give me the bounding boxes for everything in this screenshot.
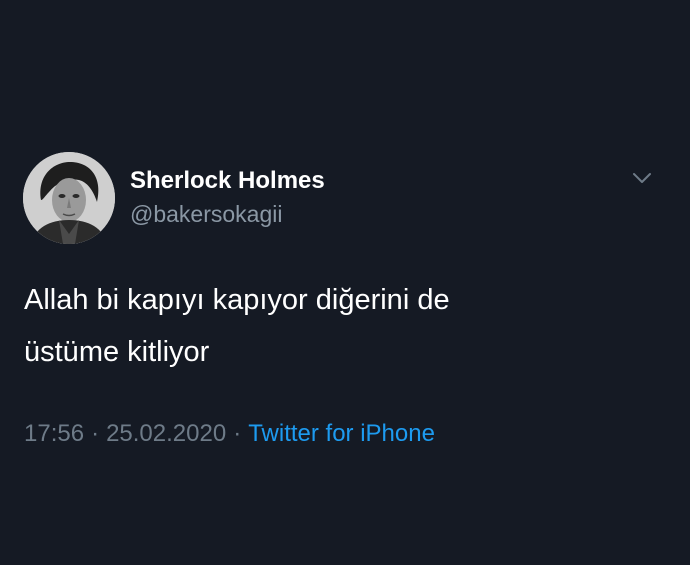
tweet-time[interactable]: 17:56 bbox=[24, 420, 84, 447]
chevron-down-icon[interactable] bbox=[631, 171, 653, 185]
author-display-name[interactable]: Sherlock Holmes bbox=[130, 166, 325, 196]
meta-separator: · bbox=[91, 420, 100, 447]
avatar[interactable] bbox=[23, 152, 115, 244]
meta-separator: · bbox=[233, 420, 242, 447]
author-handle[interactable]: @bakersokagii bbox=[130, 199, 282, 229]
tweet-card: Sherlock Holmes @bakersokagii Allah bi k… bbox=[0, 0, 690, 565]
tweet-meta: 17:56 · 25.02.2020 · Twitter for iPhone bbox=[24, 418, 435, 450]
tweet-text-line: Allah bi kapıyı kapıyor diğerini de bbox=[24, 284, 450, 316]
tweet-text-line: üstüme kitliyor bbox=[24, 336, 210, 368]
tweet-source-link[interactable]: Twitter for iPhone bbox=[248, 420, 435, 447]
tweet-date[interactable]: 25.02.2020 bbox=[106, 420, 226, 447]
avatar-portrait-image bbox=[23, 152, 115, 244]
tweet-text: Allah bi kapıyı kapıyor diğerini de üstü… bbox=[24, 274, 644, 378]
